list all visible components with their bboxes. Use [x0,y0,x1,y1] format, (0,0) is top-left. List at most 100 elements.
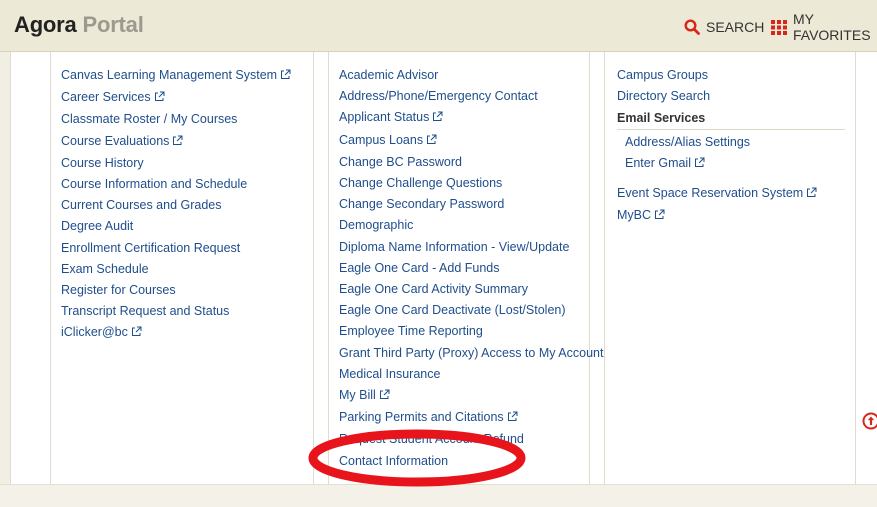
link-mybc[interactable]: MyBC [617,208,651,222]
list-item[interactable]: Course History [61,153,291,174]
site-brand[interactable]: Agora Portal [14,12,144,38]
link-register-courses[interactable]: Register for Courses [61,283,176,297]
list-item[interactable]: MyBC [617,205,817,227]
list-item[interactable]: Applicant Status [339,107,603,129]
link-event-space-reservation[interactable]: Event Space Reservation System [617,186,803,200]
link-enter-gmail[interactable]: Enter Gmail [625,156,691,170]
my-favorites-label: MY FAVORITES [793,11,877,43]
link-applicant-status[interactable]: Applicant Status [339,110,429,124]
external-link-icon [154,88,165,109]
link-transcript-request[interactable]: Transcript Request and Status [61,304,229,318]
link-parking-permits[interactable]: Parking Permits and Citations [339,410,504,424]
link-classmate-roster[interactable]: Classmate Roster / My Courses [61,112,237,126]
link-contact-information[interactable]: Contact Information [339,454,448,468]
list-item[interactable]: Exam Schedule [61,259,291,280]
links-column-personal: Academic Advisor Address/Phone/Emergency… [328,52,590,484]
arrow-up-circle-icon[interactable] [862,412,877,430]
link-employee-time-reporting[interactable]: Employee Time Reporting [339,324,483,338]
link-medical-insurance[interactable]: Medical Insurance [339,367,440,381]
link-course-evaluations[interactable]: Course Evaluations [61,134,169,148]
link-my-bill[interactable]: My Bill [339,388,376,402]
list-item[interactable]: Address/Alias Settings [625,132,750,153]
brand-name: Agora [14,12,77,37]
list-item[interactable]: Enter Gmail [625,153,750,175]
external-link-icon [172,132,183,153]
link-degree-audit[interactable]: Degree Audit [61,219,133,233]
list-item[interactable]: Eagle One Card Deactivate (Lost/Stolen) [339,300,603,321]
link-current-courses[interactable]: Current Courses and Grades [61,198,222,212]
list-item[interactable]: Directory Search [617,86,710,107]
list-item[interactable]: Campus Loans [339,130,603,152]
list-item[interactable]: Course Information and Schedule [61,174,291,195]
list-item[interactable]: Degree Audit [61,216,291,237]
link-eagle-card-deactivate[interactable]: Eagle One Card Deactivate (Lost/Stolen) [339,303,566,317]
list-item[interactable]: Canvas Learning Management System [61,65,291,87]
left-gutter [0,52,11,506]
link-address-alias-settings[interactable]: Address/Alias Settings [625,135,750,149]
list-item[interactable]: Enrollment Certification Request [61,238,291,259]
link-list: Event Space Reservation System MyBC [617,183,817,227]
list-item[interactable]: Address/Phone/Emergency Contact [339,86,603,107]
external-link-icon [426,131,437,152]
link-course-history[interactable]: Course History [61,156,144,170]
link-change-password[interactable]: Change BC Password [339,155,462,169]
list-item[interactable]: Employee Time Reporting [339,321,603,342]
list-item[interactable]: Current Courses and Grades [61,195,291,216]
link-grant-proxy-access[interactable]: Grant Third Party (Proxy) Access to My A… [339,346,603,360]
link-academic-advisor[interactable]: Academic Advisor [339,68,438,82]
link-request-refund[interactable]: Request Student Account Refund [339,432,524,446]
section-title-email-services: Email Services [617,108,845,130]
external-link-icon [432,108,443,129]
external-link-icon [806,184,817,205]
link-eagle-card-activity[interactable]: Eagle One Card Activity Summary [339,282,528,296]
list-item[interactable]: Change BC Password [339,152,603,173]
external-link-icon [131,323,142,344]
external-link-icon [379,386,390,407]
list-item[interactable]: Contact Information [339,451,603,468]
list-item[interactable]: Campus Groups [617,65,710,86]
link-iclicker[interactable]: iClicker@bc [61,325,128,339]
link-enrollment-certification[interactable]: Enrollment Certification Request [61,241,240,255]
list-item[interactable]: Register for Courses [61,280,291,301]
list-item[interactable]: Grant Third Party (Proxy) Access to My A… [339,343,603,364]
link-address-phone[interactable]: Address/Phone/Emergency Contact [339,89,538,103]
link-canvas[interactable]: Canvas Learning Management System [61,68,277,82]
list-item[interactable]: Demographic [339,215,603,236]
link-directory-search[interactable]: Directory Search [617,89,710,103]
list-item[interactable]: Change Secondary Password [339,194,603,215]
my-favorites-button[interactable]: MY FAVORITES [771,18,877,36]
list-item[interactable]: Event Space Reservation System [617,183,817,205]
link-course-info-schedule[interactable]: Course Information and Schedule [61,177,247,191]
list-item[interactable]: Eagle One Card Activity Summary [339,279,603,300]
list-item[interactable]: iClicker@bc [61,322,291,344]
link-eagle-card-add-funds[interactable]: Eagle One Card - Add Funds [339,261,500,275]
links-column-academics: Canvas Learning Management System Career… [50,52,314,484]
list-item[interactable]: Classmate Roster / My Courses [61,109,291,130]
link-campus-groups[interactable]: Campus Groups [617,68,708,82]
search-icon [684,19,700,35]
link-campus-loans[interactable]: Campus Loans [339,133,423,147]
list-item[interactable]: Parking Permits and Citations [339,407,603,429]
list-item[interactable]: Transcript Request and Status [61,301,291,322]
link-change-secondary-password[interactable]: Change Secondary Password [339,197,504,211]
external-link-icon [507,408,518,429]
link-list: Academic Advisor Address/Phone/Emergency… [339,65,603,468]
link-career-services[interactable]: Career Services [61,90,151,104]
link-demographic[interactable]: Demographic [339,218,413,232]
list-item[interactable]: Career Services [61,87,291,109]
link-exam-schedule[interactable]: Exam Schedule [61,262,149,276]
list-item[interactable]: Eagle One Card - Add Funds [339,258,603,279]
list-item[interactable]: Diploma Name Information - View/Update [339,237,603,258]
brand-subtitle: Portal [82,12,143,37]
link-diploma-name[interactable]: Diploma Name Information - View/Update [339,240,569,254]
list-item[interactable]: Medical Insurance [339,364,603,385]
search-button[interactable]: SEARCH [684,18,764,36]
list-item[interactable]: Request Student Account Refund [339,429,603,450]
list-item[interactable]: Course Evaluations [61,131,291,153]
external-link-icon [694,154,705,175]
external-link-icon [654,206,665,227]
link-change-challenge-questions[interactable]: Change Challenge Questions [339,176,502,190]
list-item[interactable]: Change Challenge Questions [339,173,603,194]
list-item[interactable]: Academic Advisor [339,65,603,86]
list-item[interactable]: My Bill [339,385,603,407]
